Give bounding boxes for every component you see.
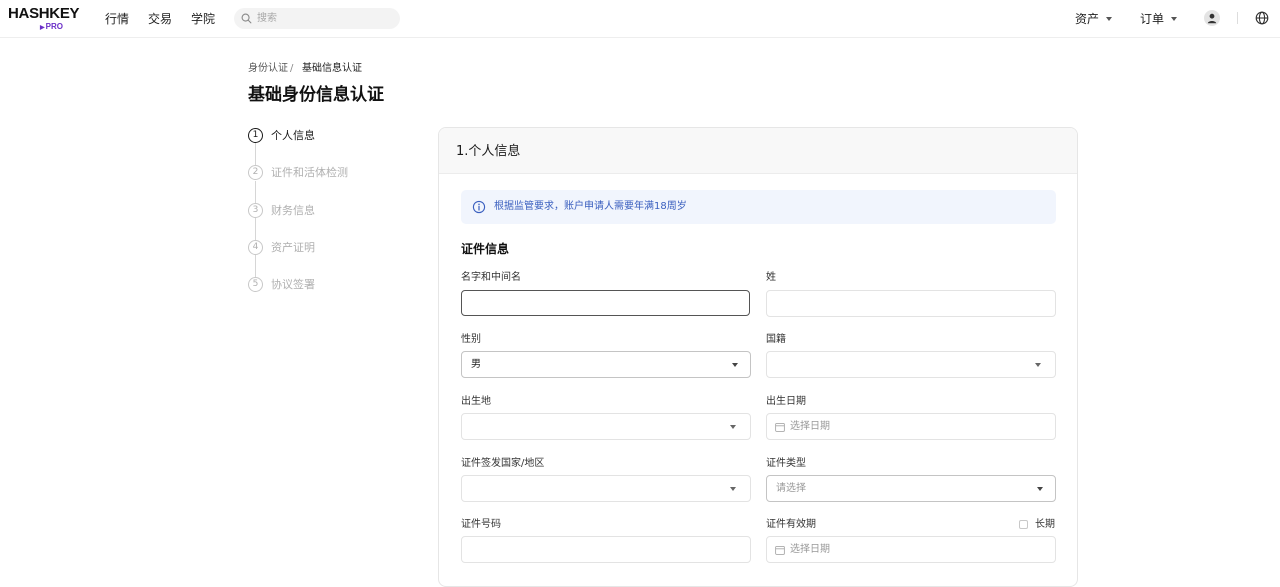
step-asset-proof[interactable]: 4 资产证明: [248, 240, 388, 256]
gender-select[interactable]: 男: [461, 351, 751, 378]
step-financial-info[interactable]: 3 财务信息: [248, 203, 388, 219]
step-connector: [255, 218, 256, 240]
step-number: 4: [248, 240, 263, 255]
chevron-down-icon: [730, 487, 736, 491]
age-requirement-notice: 根据监管要求，账户申请人需要年满18周岁: [461, 190, 1056, 224]
long-term-checkbox[interactable]: [1019, 520, 1028, 529]
id-validity-label: 证件有效期: [766, 519, 816, 530]
section-title-id-info: 证件信息: [461, 242, 510, 256]
step-label: 资产证明: [271, 241, 315, 254]
id-number-label: 证件号码: [461, 519, 501, 530]
breadcrumb-identity-verification[interactable]: 身份认证: [248, 63, 288, 75]
calendar-icon: [775, 422, 785, 432]
step-number: 1: [248, 128, 263, 143]
step-number: 2: [248, 165, 263, 180]
step-label: 协议签署: [271, 278, 315, 291]
id-type-label: 证件类型: [766, 458, 806, 469]
id-type-select[interactable]: 请选择: [766, 475, 1056, 502]
id-validity-placeholder: 选择日期: [790, 544, 830, 555]
card-header: 1.个人信息: [439, 128, 1077, 174]
orders-menu[interactable]: 订单: [1140, 11, 1164, 27]
issuing-country-select[interactable]: [461, 475, 751, 502]
chevron-down-icon: [732, 363, 738, 367]
calendar-icon: [775, 545, 785, 555]
long-term-label: 长期: [1035, 519, 1055, 530]
chevron-down-icon: [1035, 363, 1041, 367]
nav-item-academy[interactable]: 学院: [191, 11, 215, 27]
last-name-label: 姓: [766, 272, 776, 283]
id-validity-picker[interactable]: 选择日期: [766, 536, 1056, 563]
gender-value: 男: [471, 359, 481, 370]
step-number: 3: [248, 203, 263, 218]
last-name-input[interactable]: [766, 290, 1056, 317]
nav-item-markets[interactable]: 行情: [105, 11, 129, 27]
divider: [1237, 12, 1238, 24]
step-personal-info[interactable]: 1 个人信息: [248, 128, 388, 144]
step-label: 财务信息: [271, 204, 315, 217]
birthdate-picker[interactable]: 选择日期: [766, 413, 1056, 440]
info-icon: [472, 200, 486, 214]
birthdate-label: 出生日期: [766, 396, 806, 407]
top-navigation-bar: HASHKEY ▶PRO 行情 交易 学院 资产 订单: [0, 0, 1280, 38]
card-title: 1.个人信息: [456, 144, 521, 159]
nationality-label: 国籍: [766, 334, 786, 345]
assets-menu[interactable]: 资产: [1075, 11, 1099, 27]
search-input[interactable]: [234, 8, 400, 29]
step-agreement-signing[interactable]: 5 协议签署: [248, 277, 388, 293]
step-connector: [255, 255, 256, 277]
step-id-liveness[interactable]: 2 证件和活体检测: [248, 165, 388, 181]
step-label: 证件和活体检测: [271, 166, 348, 179]
logo-text: HASHKEY: [8, 5, 80, 22]
first-name-input[interactable]: [461, 290, 750, 316]
step-number: 5: [248, 277, 263, 292]
hashkey-pro-logo[interactable]: HASHKEY ▶PRO: [8, 6, 80, 32]
page-title: 基础身份信息认证: [248, 85, 384, 105]
id-type-placeholder: 请选择: [776, 483, 806, 494]
id-number-input[interactable]: [461, 536, 751, 563]
first-name-label: 名字和中间名: [461, 272, 521, 283]
breadcrumb-separator: /: [290, 63, 294, 74]
issuing-country-label: 证件签发国家/地区: [461, 458, 545, 469]
step-label: 个人信息: [271, 129, 315, 142]
chevron-down-icon: [1106, 17, 1112, 21]
user-avatar-icon[interactable]: [1204, 10, 1220, 26]
nationality-select[interactable]: [766, 351, 1056, 378]
logo-sub-text: ▶PRO: [40, 22, 63, 31]
search-icon: [241, 13, 252, 24]
globe-icon[interactable]: [1255, 11, 1269, 25]
chevron-down-icon: [1171, 17, 1177, 21]
personal-info-card: 1.个人信息 根据监管要求，账户申请人需要年满18周岁 证件信息 名字和中间名 …: [438, 127, 1078, 587]
birthdate-placeholder: 选择日期: [790, 421, 830, 432]
nav-item-trade[interactable]: 交易: [148, 11, 172, 27]
birthplace-label: 出生地: [461, 396, 491, 407]
chevron-down-icon: [730, 425, 736, 429]
step-connector: [255, 143, 256, 165]
gender-label: 性别: [461, 334, 481, 345]
notice-text: 根据监管要求，账户申请人需要年满18周岁: [494, 201, 687, 212]
step-connector: [255, 181, 256, 203]
breadcrumb-current: 基础信息认证: [302, 63, 362, 74]
birthplace-select[interactable]: [461, 413, 751, 440]
chevron-down-icon: [1037, 487, 1043, 491]
